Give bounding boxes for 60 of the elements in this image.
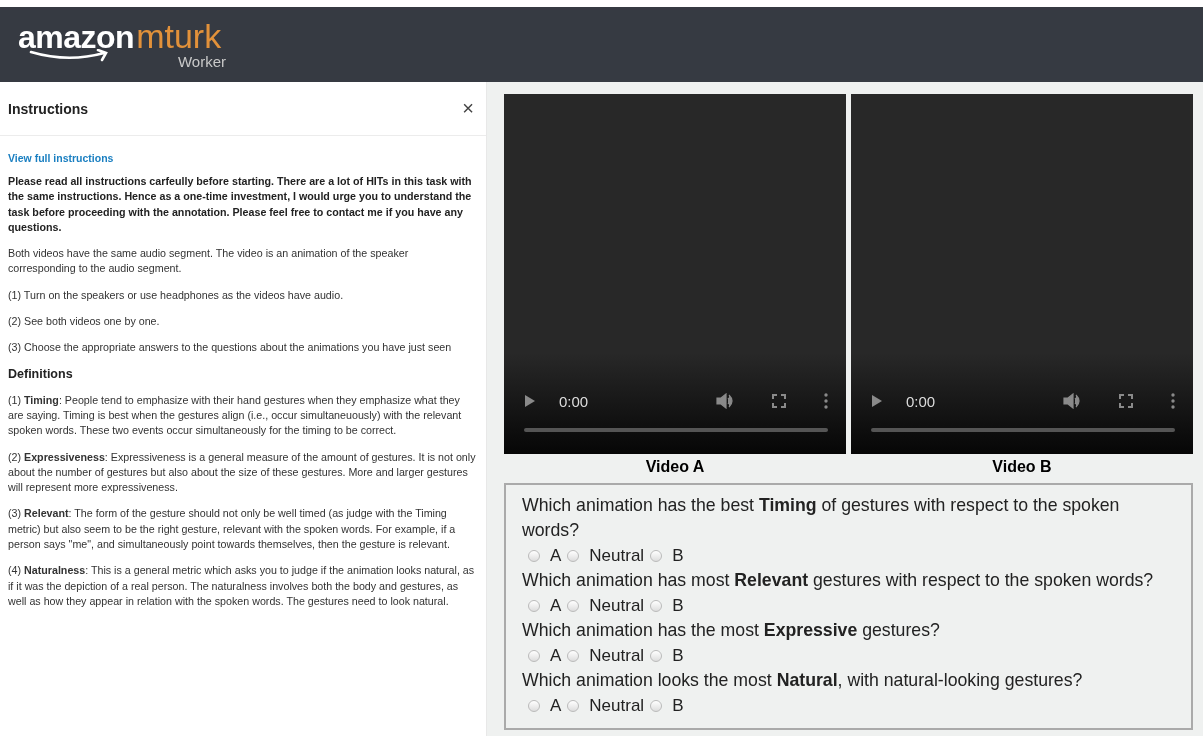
radio-button[interactable] [528, 599, 540, 612]
instruction-paragraph: (3) Choose the appropriate answers to the questions about the animations you have just seen [8, 340, 453, 356]
full-instructions-link[interactable]: View full instructions [8, 152, 114, 164]
option-label: Neutral [589, 545, 645, 566]
close-button[interactable]: × [458, 97, 478, 120]
video-player[interactable]: 0:00 [851, 94, 1193, 454]
question-text: Which animation has the best Timing of gestures with respect to the spoken words? [522, 494, 1121, 542]
progress-bar[interactable] [524, 428, 828, 432]
section-heading: Definitions [8, 366, 74, 381]
more-icon[interactable] [1171, 393, 1175, 409]
volume-icon[interactable] [1063, 393, 1081, 409]
instruction-paragraph: (2) Expressiveness: Expressiveness is a general measure of the amount of gestures. It is not only about the number of gestures but also about the size of these gestures. More and larger gestures will represent more expressiveness. [8, 449, 477, 496]
more-icon[interactable] [824, 393, 828, 409]
option-label: A [550, 695, 562, 716]
video-player[interactable]: 0:00 [504, 94, 846, 454]
option-label: A [550, 645, 562, 666]
video-label: Video B [992, 458, 1052, 476]
progress-bar[interactable] [871, 428, 1175, 432]
option-label: Neutral [589, 695, 645, 716]
radio-button[interactable] [650, 699, 663, 712]
instruction-paragraph: Please read all instructions carfeully before starting. There are a lot of HITs in this task with the same instructions. Hence as a one-time investment, I would urge you to understand the task before proceeding with the annotation. Please feel free to contact me if you have any questions. [8, 174, 473, 235]
instruction-paragraph: (3) Relevant: The form of the gesture should not only be well timed (as judge with the Timing metric) but also seem to be the right gesture, relevant with the spoken words. For example, if a person says "me", and simultaneously point towards themselves, then the gesture is relevant. [8, 506, 457, 553]
question-text: Which animation has most Relevant gestures with respect to the spoken words? [522, 569, 1155, 592]
option-label: A [550, 595, 562, 616]
radio-button[interactable] [650, 649, 663, 662]
option-label: B [672, 595, 684, 616]
logo-product: mturk [136, 19, 222, 53]
option-label: Neutral [589, 595, 645, 616]
radio-button[interactable] [650, 599, 663, 612]
panel-title: Instructions [8, 100, 89, 117]
question-text: Which animation has the most Expressive gestures? [522, 619, 941, 642]
option-label: B [672, 545, 684, 566]
time-display: 0:00 [559, 392, 589, 410]
radio-button[interactable] [528, 549, 540, 562]
question-text: Which animation looks the most Natural, with natural-looking gestures? [522, 669, 1084, 692]
option-label: B [672, 695, 684, 716]
radio-button[interactable] [528, 699, 540, 712]
radio-button[interactable] [650, 549, 663, 562]
instruction-paragraph: (1) Timing: People tend to emphasize with their hand gestures when they emphasize what they are saying. Timing is best when the gestures align (i.e., occur simultaneuously) with the relevant spoken words. These two events occur simultaneously for the timing to be correct. [8, 392, 463, 439]
instruction-paragraph: (1) Turn on the speakers or use headphones as the videos have audio. [8, 287, 345, 303]
instruction-paragraph: (2) See both videos one by one. [8, 314, 161, 330]
radio-button[interactable] [567, 699, 580, 712]
logo-brand: amazon [18, 21, 135, 53]
radio-button[interactable] [567, 549, 580, 562]
play-icon[interactable] [871, 394, 883, 408]
option-label: B [672, 645, 684, 666]
radio-button[interactable] [567, 599, 580, 612]
option-label: Neutral [589, 645, 645, 666]
fullscreen-icon[interactable] [772, 394, 786, 408]
instruction-paragraph: Both videos have the same audio segment. The video is an animation of the speaker corresponding to the audio segment. [8, 246, 410, 277]
play-icon[interactable] [524, 394, 536, 408]
time-display: 0:00 [906, 392, 936, 410]
instruction-paragraph: (4) Naturalness: This is a general metric which asks you to judge if the animation looks natural, as if it was the depiction of a real person. The naturalness involves both the body and gestures, as well as how they appear in relation with the spoken words. The gestures need to look natural. [8, 563, 476, 609]
fullscreen-icon[interactable] [1119, 394, 1133, 408]
video-label: Video A [645, 458, 705, 476]
option-label: A [550, 545, 562, 566]
radio-button[interactable] [567, 649, 580, 662]
radio-button[interactable] [528, 649, 540, 662]
volume-icon[interactable] [716, 393, 734, 409]
logo-subtitle: Worker [177, 53, 226, 70]
